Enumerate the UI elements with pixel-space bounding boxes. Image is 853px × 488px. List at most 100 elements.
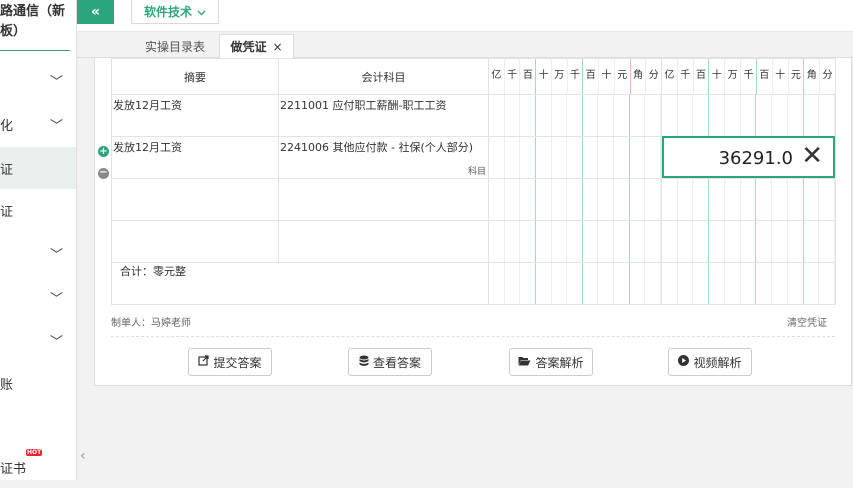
debit-amount-cell[interactable]	[488, 220, 662, 263]
table-header: 摘要 会计科目 亿千百十万千百十元角分 亿千百十万千百十元角分	[111, 58, 836, 95]
digit-column-line	[536, 263, 552, 304]
button-label: 视频解析	[693, 355, 742, 370]
top-bar: « 软件技术	[77, 0, 853, 32]
view-answer-button[interactable]: 查看答案	[348, 348, 432, 376]
digit-column-line	[536, 137, 552, 178]
sidebar-item-2[interactable]: 化 ﹀	[0, 103, 76, 145]
digit-column-line	[536, 95, 552, 136]
submit-answer-button[interactable]: 提交答案	[188, 348, 272, 376]
add-row-icon[interactable]: +	[98, 146, 109, 157]
subject-cell[interactable]: 2241006 其他应付款 - 社保(个人部分) 科目	[278, 136, 489, 179]
sidebar-item-label: 证书	[0, 461, 27, 477]
tab-label: 做凭证	[230, 40, 267, 54]
close-icon[interactable]: ×	[272, 40, 282, 54]
digit-label: 千	[505, 59, 521, 94]
digit-column-line	[598, 263, 615, 304]
digit-label: 万	[552, 59, 568, 94]
software-tech-dropdown[interactable]: 软件技术	[131, 0, 219, 24]
digit-label: 亿	[489, 59, 505, 94]
digit-column-line	[741, 263, 757, 304]
digit-label: 分	[648, 70, 659, 81]
voucher-table: 摘要 会计科目 亿千百十万千百十元角分 亿千百十万千百十元角分 发放12月工资 …	[111, 58, 836, 305]
digit-column-line	[520, 263, 536, 304]
brand-line-1: 路通信（新	[0, 4, 66, 19]
maker-label: 制单人：马婷老师	[111, 318, 191, 329]
sidebar-item-5[interactable]: ﹀	[0, 232, 76, 274]
remove-row-icon[interactable]: −	[98, 168, 109, 179]
digit-column-line	[693, 221, 710, 262]
credit-amount-cell[interactable]	[661, 220, 836, 263]
subject-cell[interactable]: 2211001 应付职工薪酬-职工工资	[278, 94, 489, 137]
collapse-sidebar-icon[interactable]: ‹	[80, 448, 86, 464]
digit-label: 十	[773, 59, 789, 94]
summary-cell[interactable]	[111, 178, 279, 221]
digit-column-line	[645, 95, 662, 136]
digit-column-line	[756, 221, 773, 262]
sidebar-item-3[interactable]: 证	[0, 147, 76, 189]
sidebar-item-7[interactable]: ﹀	[0, 319, 76, 361]
debit-amount-cell[interactable]	[488, 94, 662, 137]
voucher-panel: 摘要 会计科目 亿千百十万千百十元角分 亿千百十万千百十元角分 发放12月工资 …	[94, 58, 852, 386]
chevron-down-icon: ﹀	[50, 118, 64, 134]
credit-amount-cell[interactable]	[661, 178, 836, 221]
digit-column-line	[552, 179, 568, 220]
brand-title: 路通信（新 板）	[0, 2, 77, 50]
digit-column-line	[567, 263, 583, 304]
button-label: 提交答案	[213, 355, 262, 370]
clear-input-icon[interactable]: ✕	[801, 141, 823, 171]
summary-cell[interactable]: 发放12月工资	[111, 94, 279, 137]
credit-amount-cell[interactable]	[661, 94, 836, 137]
digit-column-line	[630, 221, 646, 262]
digit-column-line	[725, 179, 741, 220]
database-icon	[359, 355, 369, 370]
subject-hint: 科目	[467, 167, 486, 177]
subject-cell[interactable]	[278, 220, 489, 263]
digit-column-line	[614, 137, 630, 178]
sidebar-item-label: 化	[0, 118, 14, 134]
subject-cell[interactable]	[278, 178, 489, 221]
sidebar-item-10[interactable]: 证书 HOT	[0, 446, 76, 488]
video-analysis-button[interactable]: 视频解析	[668, 348, 752, 376]
digit-column-line	[505, 95, 521, 136]
digit-column-line	[725, 263, 741, 304]
sidebar-toggle-button[interactable]: «	[77, 0, 114, 24]
tab-catalog[interactable]: 实操目录表	[133, 34, 217, 58]
digit-column-line	[662, 221, 678, 262]
digit-label: 百	[583, 59, 600, 94]
tab-bar: 实操目录表 做凭证 ×	[77, 32, 853, 58]
digit-column-line	[520, 137, 536, 178]
credit-amount-input[interactable]: 36291.0 ✕	[662, 136, 835, 178]
brand-divider	[0, 50, 70, 51]
digit-column-line	[614, 95, 630, 136]
tab-voucher[interactable]: 做凭证 ×	[219, 34, 294, 58]
digit-column-line	[788, 221, 804, 262]
digit-column-line	[552, 95, 568, 136]
digit-column-line	[772, 221, 788, 262]
digit-column-line	[567, 95, 583, 136]
clear-voucher-link[interactable]: 清空凭证	[787, 314, 827, 329]
credit-total-cell	[661, 262, 836, 305]
digit-column-line	[630, 137, 646, 178]
digit-label: 元	[615, 59, 631, 94]
digit-label: 千	[678, 59, 694, 94]
sidebar-item-1[interactable]: ﹀	[0, 59, 76, 101]
summary-cell[interactable]	[111, 220, 279, 263]
digit-column-line	[678, 95, 694, 136]
debit-amount-cell[interactable]	[488, 136, 662, 179]
sidebar-item-8[interactable]: 账	[0, 362, 76, 404]
digit-column-line	[598, 137, 615, 178]
sidebar-item-6[interactable]: ﹀	[0, 276, 76, 318]
sidebar-item-4[interactable]: 证	[0, 189, 76, 231]
digit-column-line	[709, 263, 725, 304]
digit-column-line	[819, 221, 836, 262]
digit-column-line	[536, 179, 552, 220]
play-circle-icon	[678, 355, 690, 369]
digit-column-line	[662, 179, 678, 220]
chevron-down-icon: ﹀	[50, 247, 64, 263]
digit-column-line	[741, 95, 757, 136]
summary-cell[interactable]: 发放12月工资	[111, 136, 279, 179]
digit-column-line	[489, 263, 505, 304]
answer-analysis-button[interactable]: 答案解析	[509, 348, 593, 376]
digit-column-line	[725, 221, 741, 262]
debit-amount-cell[interactable]	[488, 178, 662, 221]
